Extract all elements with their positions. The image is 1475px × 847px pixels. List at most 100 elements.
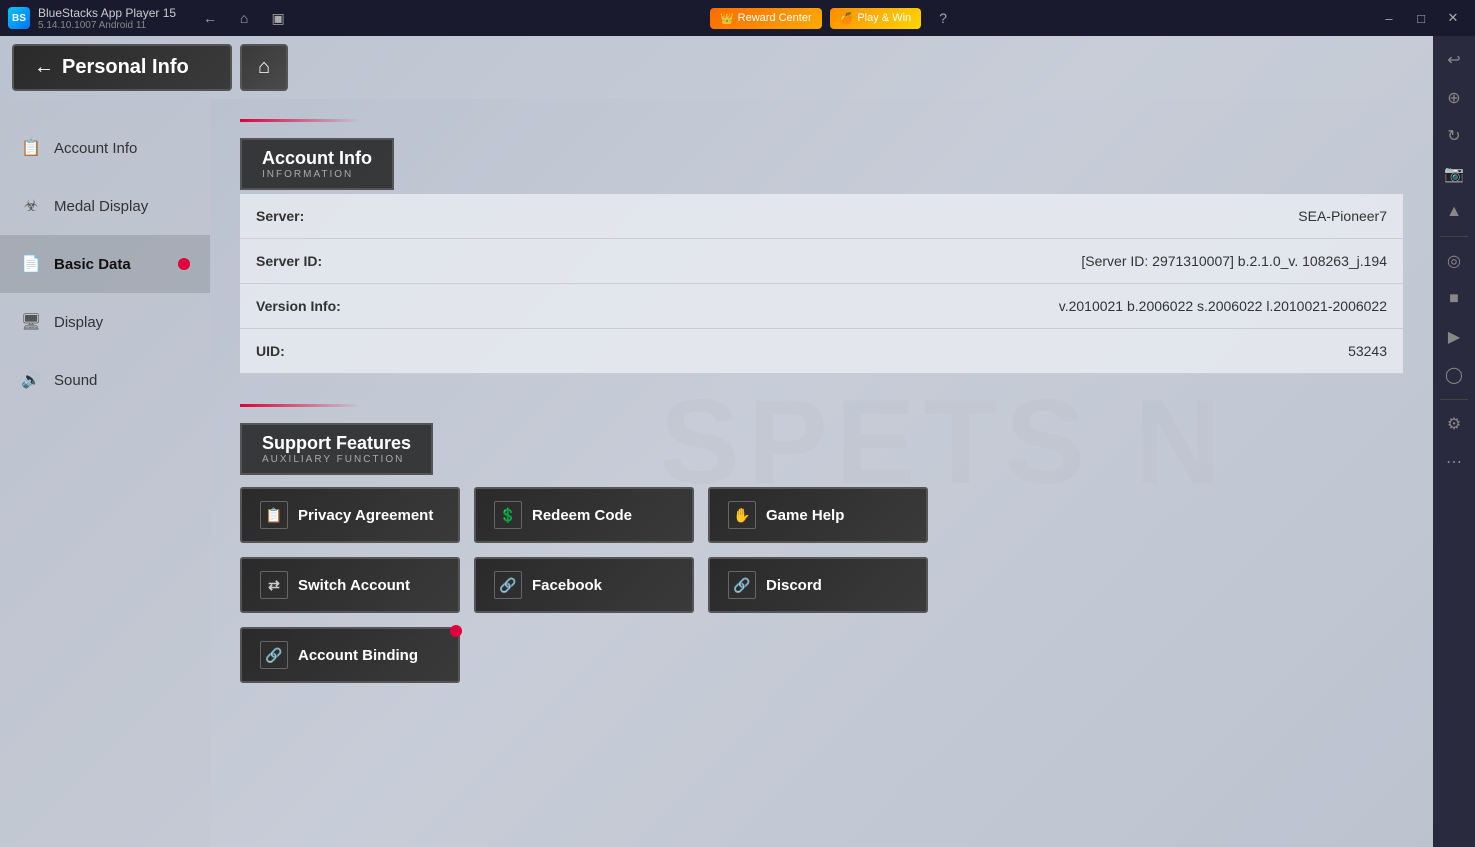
home-icon: ⌂ [258,56,270,78]
back-button[interactable]: ← [196,4,224,32]
game-content: SPETS N ← Personal Info ⌂ 📋 Account Info… [0,36,1433,847]
game-help-button[interactable]: ✋ Game Help [708,487,928,543]
sidebar-item-sound[interactable]: 🔊 Sound [0,351,210,409]
facebook-button[interactable]: 🔗 Facebook [474,557,694,613]
rs-settings-button[interactable]: ⚙ [1436,406,1472,442]
left-sidebar: 📋 Account Info ☣ Medal Display 📄 Basic D… [0,99,210,847]
account-info-accent [240,119,360,122]
home-button[interactable]: ⌂ [240,44,288,91]
server-value: SEA-Pioneer7 [420,194,1403,239]
app-icon: BS [8,7,30,29]
reward-label: Reward Center [738,12,812,24]
support-features-accent [240,404,360,407]
home-nav-button[interactable]: ⌂ [230,4,258,32]
account-binding-button[interactable]: 🔗 Account Binding [240,627,460,683]
table-row-uid: UID: 53243 [240,329,1403,374]
titlebar-left: BS BlueStacks App Player 15 5.14.10.1007… [8,4,292,32]
privacy-agreement-icon: 📋 [260,501,288,529]
support-features-grid: 📋 Privacy Agreement 💲 Redeem Code ✋ Game… [240,487,1403,683]
sidebar-sound-label: Sound [54,372,97,389]
reward-center-button[interactable]: 👑 Reward Center [710,8,822,29]
table-row-server: Server: SEA-Pioneer7 [240,194,1403,239]
sidebar-item-basic-data[interactable]: 📄 Basic Data [0,235,210,293]
redeem-code-label: Redeem Code [532,507,632,524]
uid-label: UID: [240,329,420,374]
content-area: 📋 Account Info ☣ Medal Display 📄 Basic D… [0,99,1433,847]
titlebar-center: 👑 Reward Center 🍊 Play & Win ? [710,4,957,32]
table-row-version-info: Version Info: v.2010021 b.2006022 s.2006… [240,284,1403,329]
account-binding-icon: 🔗 [260,641,288,669]
switch-account-button[interactable]: ⇄ Switch Account [240,557,460,613]
server-id-label: Server ID: [240,239,420,284]
rs-volume-button[interactable]: ▲ [1436,194,1472,230]
discord-icon: 🔗 [728,571,756,599]
uid-value: 53243 [420,329,1403,374]
account-info-title: Account Info [262,148,372,169]
app-info: BlueStacks App Player 15 5.14.10.1007 An… [38,6,176,31]
rs-target-button[interactable]: ◎ [1436,243,1472,279]
sidebar-medal-label: Medal Display [54,198,148,215]
close-button[interactable]: ✕ [1439,7,1467,29]
rs-add-button[interactable]: ⊕ [1436,80,1472,116]
sidebar-item-display[interactable]: 🖥 Display [0,293,210,351]
support-features-subtitle: AUXILIARY FUNCTION [262,454,411,465]
personal-info-label: Personal Info [62,56,189,79]
game-help-label: Game Help [766,507,844,524]
titlebar: BS BlueStacks App Player 15 5.14.10.1007… [0,0,1475,36]
display-icon: 🖥 [20,311,42,333]
reward-icon: 👑 [720,12,734,25]
rs-circle-button[interactable]: ◯ [1436,357,1472,393]
back-arrow-icon: ← [34,56,54,79]
account-info-section-header: Account Info INFORMATION [240,138,394,190]
restore-button[interactable]: □ [1407,7,1435,29]
account-info-table: Server: SEA-Pioneer7 Server ID: [Server … [240,194,1403,374]
app-title: BlueStacks App Player 15 [38,6,176,20]
basic-data-icon: 📄 [20,253,42,275]
play-win-button[interactable]: 🍊 Play & Win [830,8,922,29]
redeem-code-button[interactable]: 💲 Redeem Code [474,487,694,543]
version-info-value: v.2010021 b.2006022 s.2006022 l.2010021-… [420,284,1403,329]
medal-display-icon: ☣ [20,195,42,217]
personal-info-button[interactable]: ← Personal Info [12,44,232,91]
rs-screenshot-button[interactable]: 📷 [1436,156,1472,192]
support-features-section-header: Support Features AUXILIARY FUNCTION [240,423,433,475]
rs-play-button[interactable]: ▶ [1436,319,1472,355]
rs-square-button[interactable]: ■ [1436,281,1472,317]
multi-instance-button[interactable]: ▣ [264,4,292,32]
game-help-icon: ✋ [728,501,756,529]
minimize-button[interactable]: – [1375,7,1403,29]
rs-back-button[interactable]: ↩ [1436,42,1472,78]
discord-label: Discord [766,577,822,594]
privacy-agreement-button[interactable]: 📋 Privacy Agreement [240,487,460,543]
facebook-label: Facebook [532,577,602,594]
game-topbar: ← Personal Info ⌂ [0,36,1433,99]
titlebar-nav: ← ⌂ ▣ [196,4,292,32]
account-binding-badge [450,625,462,637]
right-sidebar: ↩ ⊕ ↻ 📷 ▲ ◎ ■ ▶ ◯ ⚙ ⋯ [1433,36,1475,847]
sound-icon: 🔊 [20,369,42,391]
main-wrapper: SPETS N ← Personal Info ⌂ 📋 Account Info… [0,36,1475,847]
sidebar-display-label: Display [54,314,103,331]
privacy-agreement-label: Privacy Agreement [298,507,433,524]
account-info-icon: 📋 [20,137,42,159]
titlebar-right: – □ ✕ [1375,7,1467,29]
basic-data-badge [178,258,190,270]
redeem-code-icon: 💲 [494,501,522,529]
version-info-label: Version Info: [240,284,420,329]
sidebar-item-medal-display[interactable]: ☣ Medal Display [0,177,210,235]
help-button[interactable]: ? [929,4,957,32]
facebook-icon: 🔗 [494,571,522,599]
sidebar-item-account-info[interactable]: 📋 Account Info [0,119,210,177]
app-subtitle: 5.14.10.1007 Android 11 [38,20,176,31]
switch-account-label: Switch Account [298,577,410,594]
sidebar-account-info-label: Account Info [54,140,137,157]
rs-divider-2 [1440,399,1468,400]
server-id-value: [Server ID: 2971310007] b.2.1.0_v. 10826… [420,239,1403,284]
table-row-server-id: Server ID: [Server ID: 2971310007] b.2.1… [240,239,1403,284]
discord-button[interactable]: 🔗 Discord [708,557,928,613]
rs-rotate-button[interactable]: ↻ [1436,118,1472,154]
rs-more-button[interactable]: ⋯ [1436,444,1472,480]
support-features-title: Support Features [262,433,411,454]
main-panel: Account Info INFORMATION Server: SEA-Pio… [210,99,1433,847]
playnwin-label: Play & Win [857,12,911,24]
